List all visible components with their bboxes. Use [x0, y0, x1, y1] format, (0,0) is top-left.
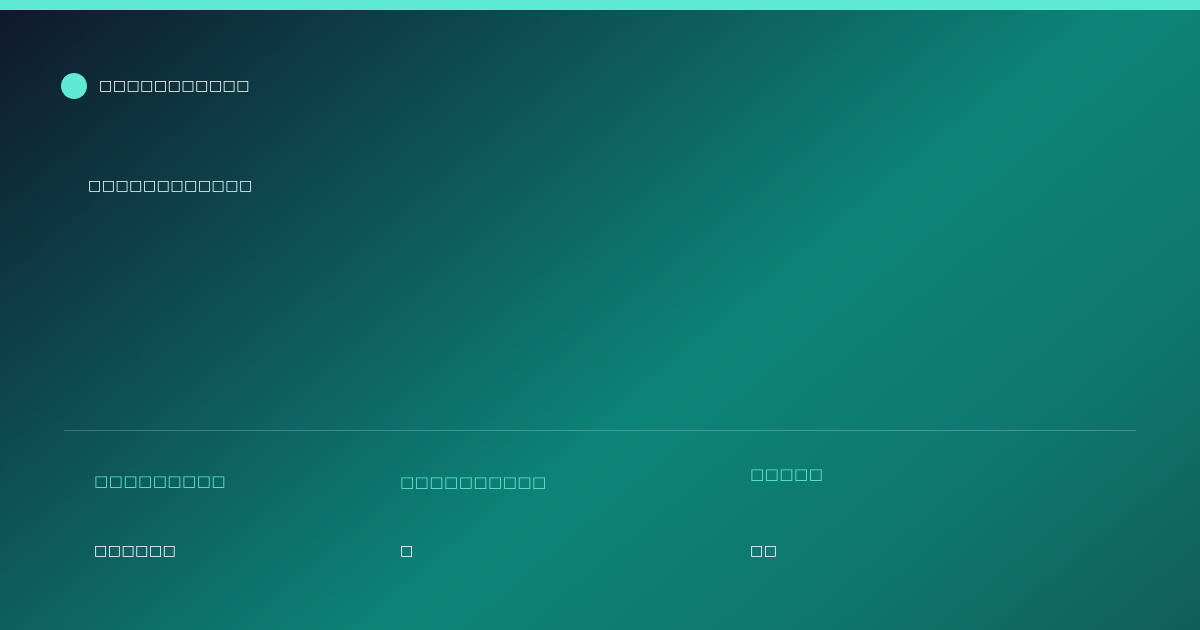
brand-name: □□□□□□□□□□□ — [99, 78, 251, 94]
stat-label: □□□□□□□□□ — [94, 472, 227, 490]
stat-label: □□□□□□□□□□ — [400, 473, 547, 491]
top-accent-bar — [0, 0, 1200, 10]
brand: □□□□□□□□□□□ — [61, 73, 250, 99]
page-headline: □□□□□□□□□□□□ — [88, 178, 253, 194]
stat-label: □□□□□ — [750, 465, 824, 483]
brand-logo-dot-icon — [61, 73, 87, 99]
stat-value: □□ — [750, 543, 778, 559]
stat-value: □□□□□□ — [94, 543, 177, 559]
divider — [64, 430, 1136, 431]
stat-value: □ — [400, 543, 414, 559]
